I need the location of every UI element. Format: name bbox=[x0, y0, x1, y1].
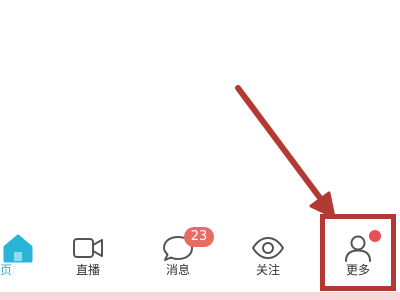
tab-live-label: 直播 bbox=[75, 263, 100, 277]
tab-follow-label: 关注 bbox=[255, 263, 280, 277]
home-icon bbox=[1, 232, 35, 264]
bottom-edge-strip bbox=[0, 292, 400, 300]
tab-messages-label: 消息 bbox=[165, 263, 190, 277]
video-camera-icon bbox=[71, 232, 105, 264]
tab-follow[interactable]: 关注 bbox=[228, 222, 308, 288]
tab-live[interactable]: 直播 bbox=[48, 222, 128, 288]
annotation-highlight-box bbox=[320, 214, 396, 291]
eye-icon bbox=[251, 232, 285, 264]
unread-count-badge: 23 bbox=[184, 227, 214, 247]
app-screen: 页 直播 消息 关注 更多 23 bbox=[0, 0, 400, 300]
